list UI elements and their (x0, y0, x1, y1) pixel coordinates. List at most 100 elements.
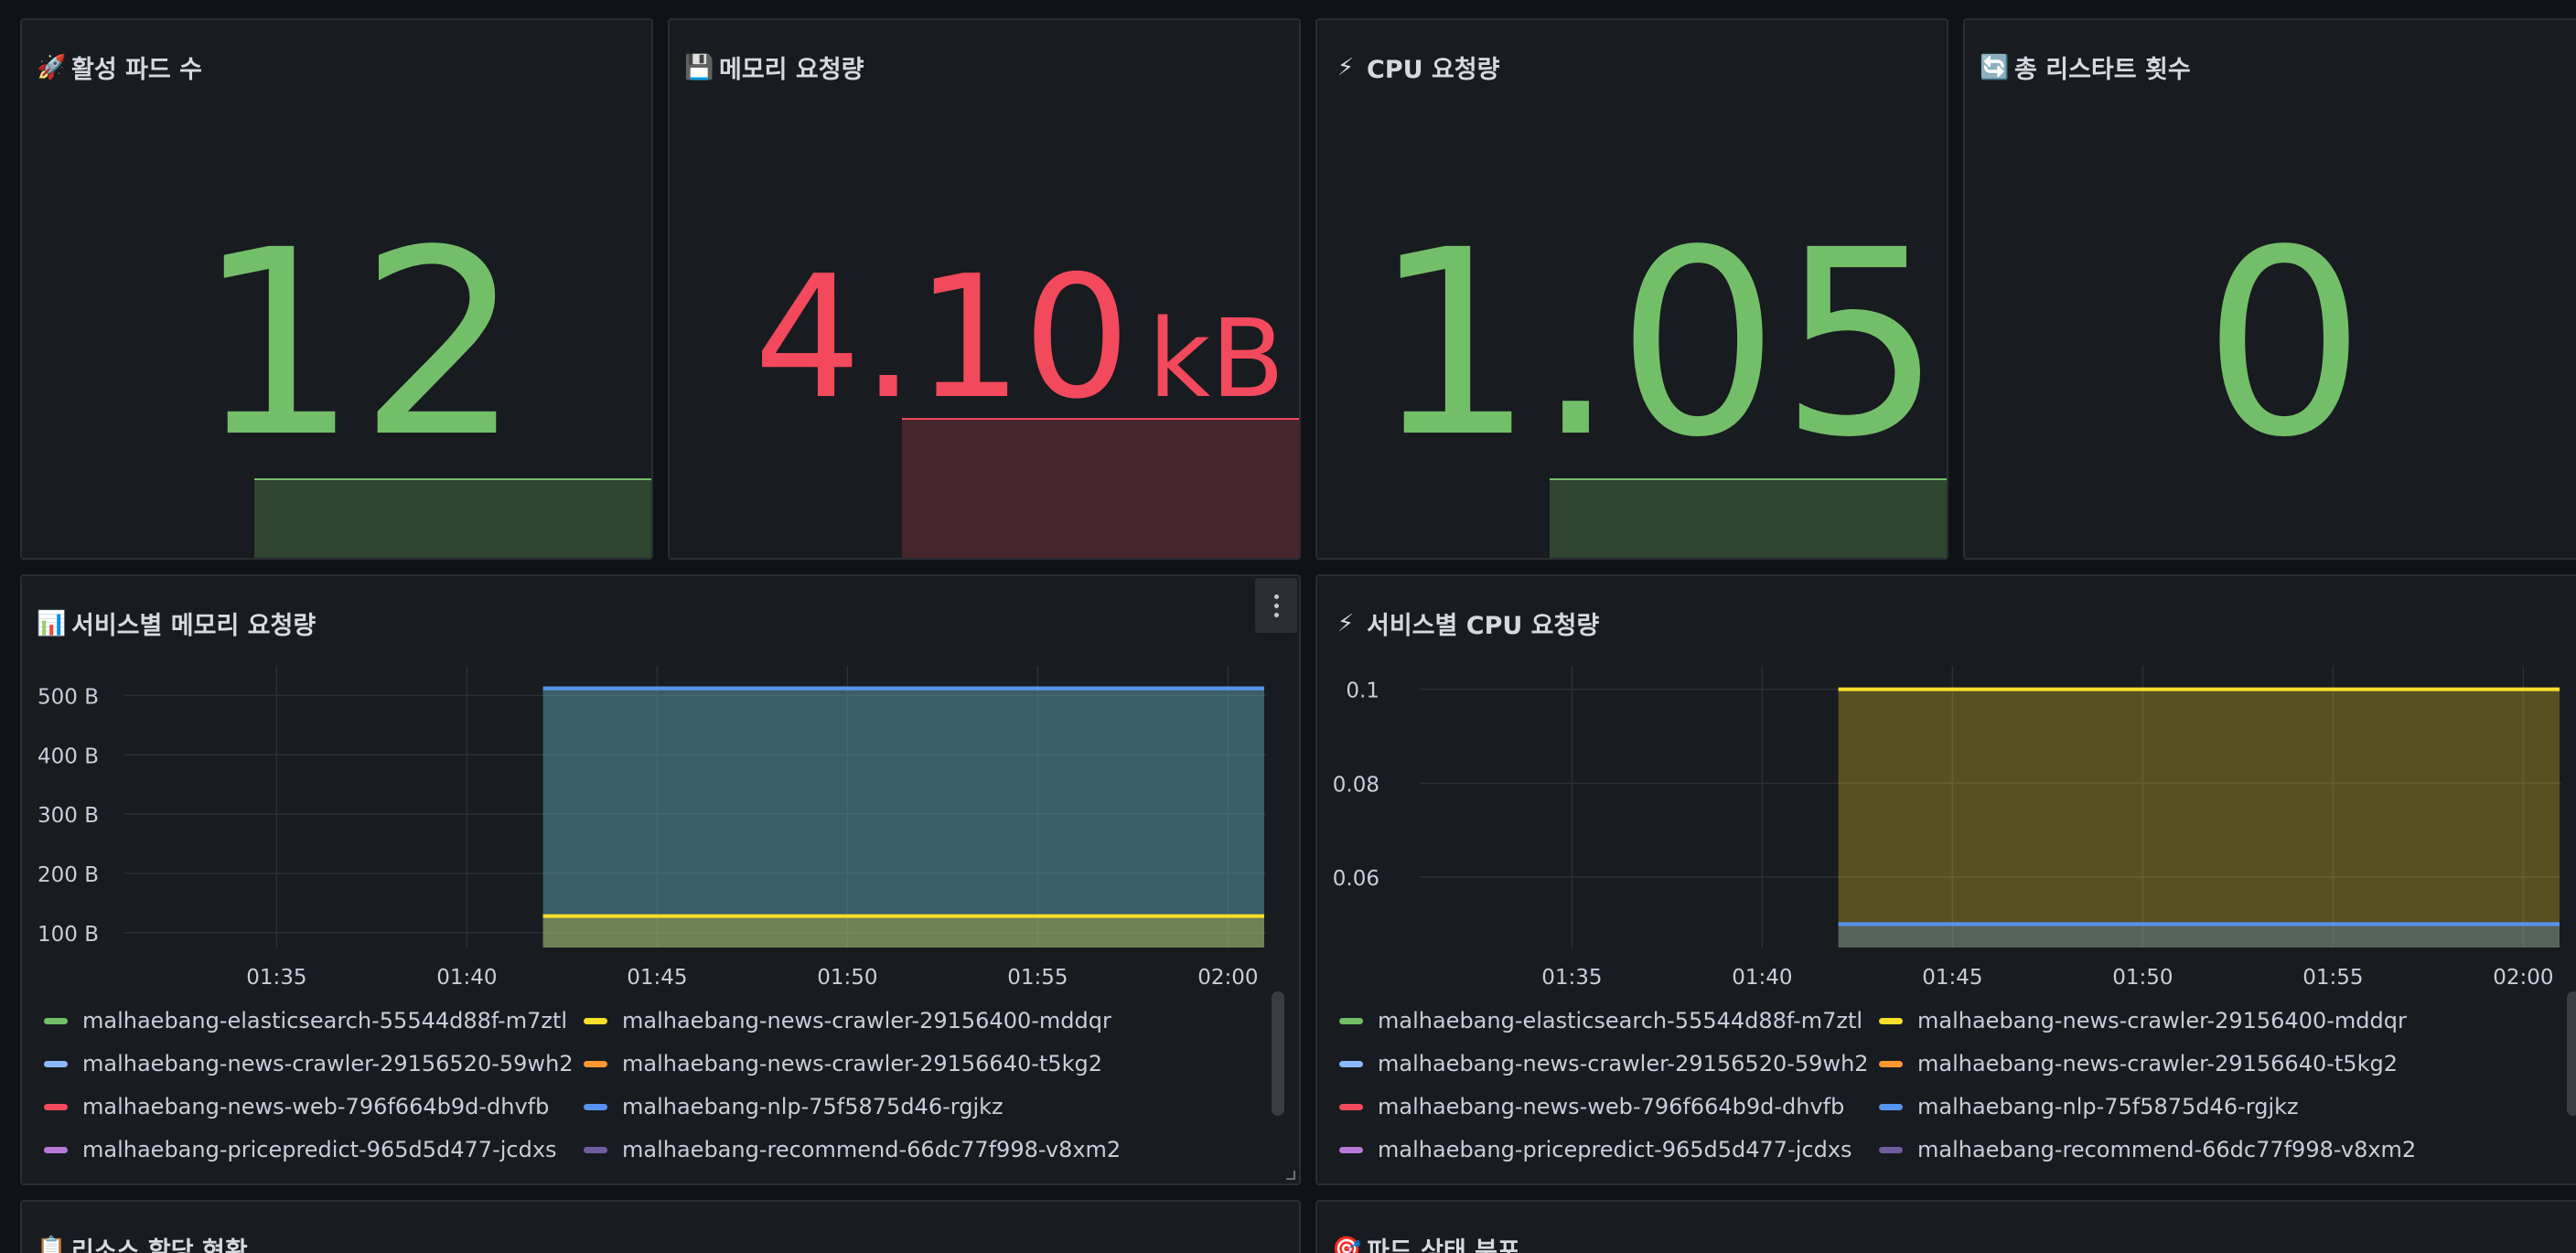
y-tick-label: 400 B (38, 744, 99, 768)
legend-swatch (1879, 1060, 1903, 1067)
legend-item[interactable]: malhaebang-news-crawler-29156400-mddqr (1879, 1008, 2407, 1033)
legend-swatch (1339, 1060, 1363, 1067)
legend-label: malhaebang-nlp-75f5875d46-rgjkz (622, 1094, 1004, 1119)
legend-label: malhaebang-news-web-796f664b9d-dhvfb (1378, 1094, 1845, 1119)
stat-value: 12 (196, 196, 522, 494)
panel-title: 📋 리소스 할당 현황 (37, 1231, 248, 1253)
stat-value-wrapper: 4.10 kB (754, 253, 1284, 423)
legend-item[interactable]: malhaebang-news-crawler-29156520-59wh2 (1339, 1051, 1869, 1076)
panel-title: 🎯 파드 상태 분포 (1332, 1231, 1520, 1253)
y-tick-label: 100 B (38, 923, 99, 947)
x-tick-label: 01:50 (2112, 966, 2173, 990)
sparkline-area (902, 418, 1299, 558)
legend-item[interactable]: malhaebang-news-crawler-29156400-mddqr (584, 1008, 1111, 1033)
legend-label: malhaebang-pricepredict-965d5d477-jcdxs (82, 1137, 557, 1162)
legend-item[interactable]: malhaebang-nlp-75f5875d46-rgjkz (584, 1094, 1004, 1119)
panel-pod-status[interactable]: 🎯 파드 상태 분포 (1315, 1200, 2576, 1253)
legend-item[interactable]: malhaebang-elasticsearch-55544d88f-m7ztl (1339, 1008, 1862, 1033)
cpu-chart: 0.1 0.08 0.06 01:35 01:40 01:45 01:50 01:55 02:0… (1333, 666, 2561, 990)
legend-label: malhaebang-recommend-66dc77f998-v8xm2 (1917, 1137, 2417, 1162)
sparkline-baseline (2197, 556, 2576, 560)
x-tick-label: 01:40 (1732, 966, 1792, 990)
legend-item[interactable]: malhaebang-news-web-796f664b9d-dhvfb (44, 1094, 549, 1119)
legend-swatch (1339, 1146, 1363, 1153)
legend-swatch (584, 1103, 607, 1110)
legend-label: malhaebang-news-crawler-29156520-59wh2 (1378, 1051, 1869, 1076)
panel-title: 🔄 총 리스타트 횟수 (1980, 53, 2191, 85)
legend-scrollbar[interactable] (2567, 991, 2576, 1116)
legend-swatch (1879, 1146, 1903, 1153)
series-area (542, 688, 1264, 948)
legend-swatch (1339, 1017, 1363, 1024)
legend-label: malhaebang-news-crawler-29156640-t5kg2 (622, 1051, 1102, 1076)
legend-label: malhaebang-news-crawler-29156640-t5kg2 (1917, 1051, 2398, 1076)
legend-label: malhaebang-elasticsearch-55544d88f-m7ztl (82, 1008, 568, 1033)
legend-item[interactable]: malhaebang-recommend-66dc77f998-v8xm2 (584, 1137, 1121, 1162)
legend-item[interactable]: malhaebang-recommend-66dc77f998-v8xm2 (1879, 1137, 2416, 1162)
timeseries-panel-cpu[interactable]: ⚡ 서비스별 CPU 요청량 0.1 0.08 0.06 01:35 01:40 01:45… (1315, 574, 2576, 1185)
rocket-icon: 🚀 (37, 53, 67, 81)
y-tick-label: 500 B (38, 685, 99, 709)
x-tick-label: 01:50 (817, 966, 877, 990)
legend-label: malhaebang-nlp-75f5875d46-rgjkz (1917, 1094, 2299, 1119)
legend-scrollbar[interactable] (1272, 991, 1284, 1116)
lightning-icon: ⚡ (1336, 53, 1355, 81)
legend-label: malhaebang-pricepredict-965d5d477-jcdxs (1378, 1137, 1852, 1162)
stat-panel-total-restarts[interactable]: 🔄 총 리스타트 횟수 0 (1963, 18, 2576, 560)
panel-title: 💾 메모리 요청량 (684, 53, 864, 85)
legend-item[interactable]: malhaebang-news-web-796f664b9d-dhvfb (1339, 1094, 1844, 1119)
legend-swatch (584, 1146, 607, 1153)
legend-swatch (1879, 1017, 1903, 1024)
panel-title: ⚡ CPU 요청량 (1332, 49, 1500, 85)
y-tick-label: 0.06 (1333, 867, 1379, 891)
legend-item[interactable]: malhaebang-elasticsearch-55544d88f-m7ztl (44, 1008, 567, 1033)
series-area (1838, 689, 2560, 948)
legend-swatch (44, 1146, 68, 1153)
stat-unit: kB (1148, 295, 1285, 422)
x-tick-label: 01:55 (2302, 966, 2363, 990)
stat-panel-active-pods[interactable]: 🚀 활성 파드 수 12 (20, 18, 653, 560)
stat-panel-cpu-requests[interactable]: ⚡ CPU 요청량 1.05 (1315, 18, 1948, 560)
panel-resource-allocation[interactable]: 📋 리소스 할당 현황 (20, 1200, 1301, 1253)
clipboard-icon: 📋 (37, 1235, 67, 1253)
x-tick-label: 01:45 (1922, 966, 1982, 990)
legend-label: malhaebang-news-crawler-29156400-mddqr (1917, 1008, 2407, 1033)
stat-value: 4.10 (754, 239, 1131, 436)
x-tick-label: 01:55 (1007, 966, 1068, 990)
legend-swatch (44, 1060, 68, 1067)
x-tick-label: 01:35 (1541, 966, 1602, 990)
floppy-disk-icon: 💾 (684, 53, 714, 81)
series-area (1838, 924, 2560, 948)
series-area (542, 916, 1264, 948)
legend-item[interactable]: malhaebang-news-crawler-29156640-t5kg2 (1879, 1051, 2398, 1076)
legend-swatch (44, 1017, 68, 1024)
stat-panel-memory-requests[interactable]: 💾 메모리 요청량 4.10 kB (668, 18, 1301, 560)
legend-item[interactable]: malhaebang-news-crawler-29156520-59wh2 (44, 1051, 574, 1076)
memory-chart: 500 B 400 B 300 B 200 B 100 B 01:35 01:40 01:45… (38, 666, 1266, 990)
y-tick-label: 300 B (38, 804, 99, 828)
legend-label: malhaebang-news-crawler-29156400-mddqr (622, 1008, 1111, 1033)
legend-swatch (584, 1017, 607, 1024)
timeseries-panel-memory[interactable]: 📊 서비스별 메모리 요청량 500 B 400 B 300 B 200 B 100 B0… (20, 574, 1301, 1185)
legend-swatch (1339, 1103, 1363, 1110)
legend-item[interactable]: malhaebang-pricepredict-965d5d477-jcdxs (1339, 1137, 1852, 1162)
legend-label: malhaebang-recommend-66dc77f998-v8xm2 (622, 1137, 1122, 1162)
legend-label: malhaebang-elasticsearch-55544d88f-m7ztl (1378, 1008, 1863, 1033)
x-tick-label: 01:40 (436, 966, 497, 990)
legend-label: malhaebang-news-web-796f664b9d-dhvfb (82, 1094, 550, 1119)
x-tick-label: 02:00 (2493, 966, 2553, 990)
x-tick-label: 01:45 (627, 966, 687, 990)
y-tick-label: 0.1 (1346, 680, 1379, 703)
legend-item[interactable]: malhaebang-pricepredict-965d5d477-jcdxs (44, 1137, 557, 1162)
y-tick-label: 0.08 (1333, 773, 1379, 797)
x-tick-label: 02:00 (1197, 966, 1258, 990)
legend-swatch (44, 1103, 68, 1110)
legend-item[interactable]: malhaebang-nlp-75f5875d46-rgjkz (1879, 1094, 2299, 1119)
panel-title: 🚀 활성 파드 수 (37, 53, 202, 85)
resize-handle[interactable] (1286, 1171, 1295, 1180)
target-icon: 🎯 (1332, 1235, 1362, 1253)
legend-label: malhaebang-news-crawler-29156520-59wh2 (82, 1051, 574, 1076)
x-tick-label: 01:35 (246, 966, 306, 990)
legend-item[interactable]: malhaebang-news-crawler-29156640-t5kg2 (584, 1051, 1102, 1076)
legend-swatch (584, 1060, 607, 1067)
